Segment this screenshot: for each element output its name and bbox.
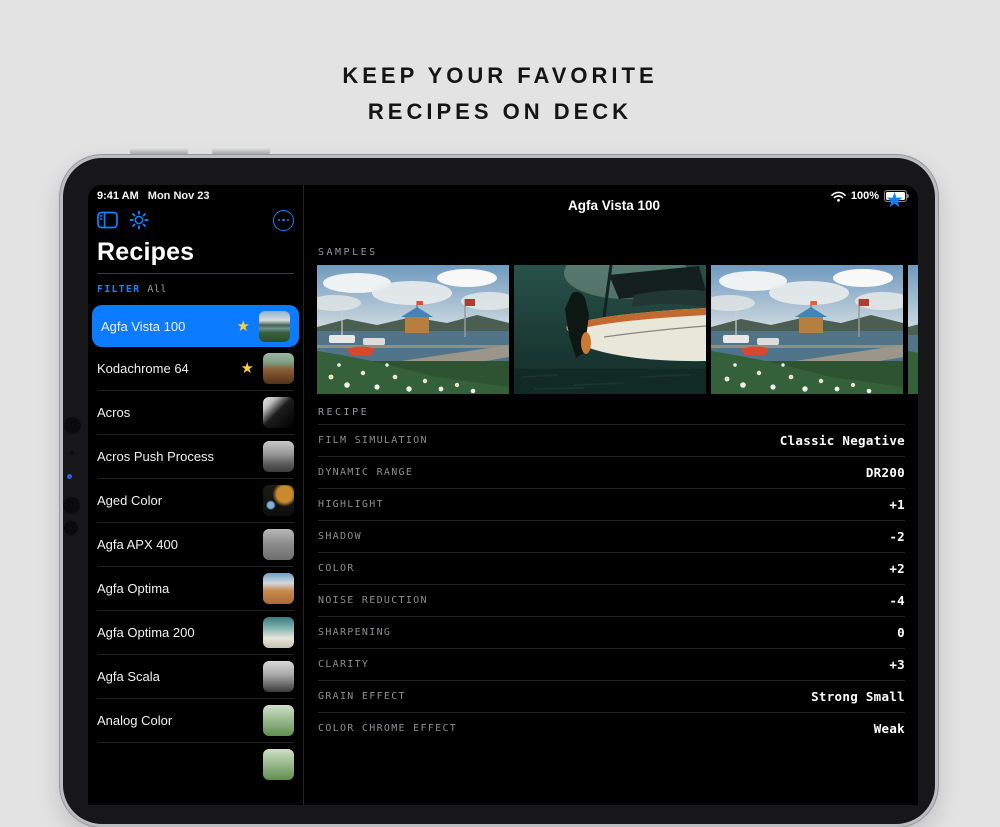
sample-photo-marina[interactable] <box>317 265 509 394</box>
recipe-thumbnail <box>263 485 294 516</box>
recipe-thumbnail <box>263 573 294 604</box>
setting-row-noise-reduction: NOISE REDUCTION -4 <box>318 584 905 616</box>
setting-label: SHARPENING <box>318 627 392 638</box>
recipe-name: Agfa Optima <box>97 581 170 596</box>
camera-dot <box>64 521 78 535</box>
recipe-name: Agfa Scala <box>97 669 160 684</box>
filter-value: All <box>147 283 167 295</box>
camera-dot <box>70 451 74 455</box>
setting-value: 0 <box>897 625 905 640</box>
recipe-thumbnail <box>263 397 294 428</box>
list-item-partial[interactable] <box>97 743 294 786</box>
setting-row-grain-effect: GRAIN EFFECT Strong Small <box>318 680 905 712</box>
star-icon: ★ <box>236 317 250 335</box>
recipe-name: Acros Push Process <box>97 449 215 464</box>
setting-value: +1 <box>889 497 905 512</box>
sample-photo-marina[interactable] <box>711 265 903 394</box>
samples-section-label: SAMPLES <box>318 247 378 258</box>
setting-row-sharpening: SHARPENING 0 <box>318 616 905 648</box>
sample-photos-row <box>317 265 918 394</box>
sample-photo-boat[interactable] <box>514 265 706 394</box>
setting-label: CLARITY <box>318 659 370 670</box>
sample-photo-clipped[interactable] <box>908 265 918 394</box>
sidebar: Recipes FILTER All Agfa Vista 100 ★ Koda… <box>88 185 304 805</box>
sidebar-toolbar <box>97 209 294 231</box>
setting-value: -2 <box>889 529 905 544</box>
setting-row-shadow: SHADOW -2 <box>318 520 905 552</box>
setting-row-film-simulation: FILM SIMULATION Classic Negative <box>318 424 905 456</box>
list-item-kodachrome-64[interactable]: Kodachrome 64 ★ <box>97 347 294 391</box>
favorite-star-button[interactable]: ★ <box>885 190 904 211</box>
list-item-agfa-optima[interactable]: Agfa Optima ★ <box>97 567 294 611</box>
list-item-analog-color[interactable]: Analog Color ★ <box>97 699 294 743</box>
setting-row-dynamic-range: DYNAMIC RANGE DR200 <box>318 456 905 488</box>
setting-label: GRAIN EFFECT <box>318 691 406 702</box>
setting-value: Weak <box>873 721 905 736</box>
recipe-thumbnail <box>263 617 294 648</box>
setting-label: SHADOW <box>318 531 362 542</box>
setting-value: Strong Small <box>811 689 905 704</box>
list-item-acros-push-process[interactable]: Acros Push Process ★ <box>97 435 294 479</box>
setting-row-color: COLOR +2 <box>318 552 905 584</box>
recipe-name: Agfa Vista 100 <box>101 318 186 334</box>
recipe-name: Aged Color <box>97 493 163 508</box>
recipe-name: Analog Color <box>97 713 173 728</box>
setting-label: COLOR CHROME EFFECT <box>318 723 458 734</box>
recipe-name: Agfa Optima 200 <box>97 625 195 640</box>
list-item-agfa-vista-100[interactable]: Agfa Vista 100 ★ <box>92 305 299 347</box>
ipad-device-frame: 9:41 AM Mon Nov 23 100% Recipes FILTER A… <box>60 155 938 827</box>
setting-value: +2 <box>889 561 905 576</box>
page-title: KEEP YOUR FAVORITE RECIPES ON DECK <box>0 58 1000 130</box>
setting-label: FILM SIMULATION <box>318 435 428 446</box>
filter-row[interactable]: FILTER All <box>97 281 294 297</box>
recipe-thumbnail <box>263 661 294 692</box>
setting-value: +3 <box>889 657 905 672</box>
camera-indicator-dot <box>67 474 72 479</box>
recipe-thumbnail <box>263 529 294 560</box>
list-item-agfa-optima-200[interactable]: Agfa Optima 200 ★ <box>97 611 294 655</box>
setting-label: DYNAMIC RANGE <box>318 467 414 478</box>
setting-row-clarity: CLARITY +3 <box>318 648 905 680</box>
recipe-section-label: RECIPE <box>318 407 370 418</box>
setting-row-highlight: HIGHLIGHT +1 <box>318 488 905 520</box>
setting-label: COLOR <box>318 563 355 574</box>
setting-value: Classic Negative <box>779 433 905 448</box>
more-ellipsis-button[interactable] <box>273 209 294 231</box>
recipe-thumbnail <box>263 441 294 472</box>
list-item-agfa-scala[interactable]: Agfa Scala ★ <box>97 655 294 699</box>
setting-label: NOISE REDUCTION <box>318 595 428 606</box>
recipe-name: Kodachrome 64 <box>97 361 189 376</box>
app-screen: 9:41 AM Mon Nov 23 100% Recipes FILTER A… <box>88 185 918 805</box>
recipe-list: Agfa Vista 100 ★ Kodachrome 64 ★ Acros ★ <box>92 302 299 805</box>
camera-dot <box>63 497 80 514</box>
filter-label: FILTER <box>97 283 141 295</box>
sidebar-title: Recipes <box>97 238 195 266</box>
gear-icon[interactable] <box>129 210 149 230</box>
sidebar-toggle-icon[interactable] <box>97 211 118 229</box>
setting-row-color-chrome-effect: COLOR CHROME EFFECT Weak <box>318 712 905 744</box>
setting-value: DR200 <box>865 465 905 480</box>
recipe-thumbnail <box>259 310 290 342</box>
recipe-thumbnail <box>263 705 294 736</box>
recipe-name: Agfa APX 400 <box>97 537 178 552</box>
camera-dot <box>64 417 81 434</box>
recipe-settings-table: FILM SIMULATION Classic Negative DYNAMIC… <box>318 424 905 744</box>
setting-label: HIGHLIGHT <box>318 499 384 510</box>
recipe-name: Acros <box>97 405 131 420</box>
list-item-acros[interactable]: Acros ★ <box>97 391 294 435</box>
heading-line-2: RECIPES ON DECK <box>367 99 633 124</box>
page: KEEP YOUR FAVORITE RECIPES ON DECK 9:41 … <box>0 0 1000 827</box>
recipe-thumbnail <box>263 353 294 384</box>
detail-panel: Agfa Vista 100 ★ SAMPLES RECIPE FILM SIM… <box>310 185 918 805</box>
detail-title: Agfa Vista 100 <box>567 198 661 213</box>
recipe-thumbnail <box>263 749 294 780</box>
list-item-agfa-apx-400[interactable]: Agfa APX 400 ★ <box>97 523 294 567</box>
list-item-aged-color[interactable]: Aged Color ★ <box>97 479 294 523</box>
heading-line-1: KEEP YOUR FAVORITE <box>342 63 658 88</box>
setting-value: -4 <box>889 593 905 608</box>
star-icon: ★ <box>240 360 254 377</box>
divider <box>97 273 294 274</box>
